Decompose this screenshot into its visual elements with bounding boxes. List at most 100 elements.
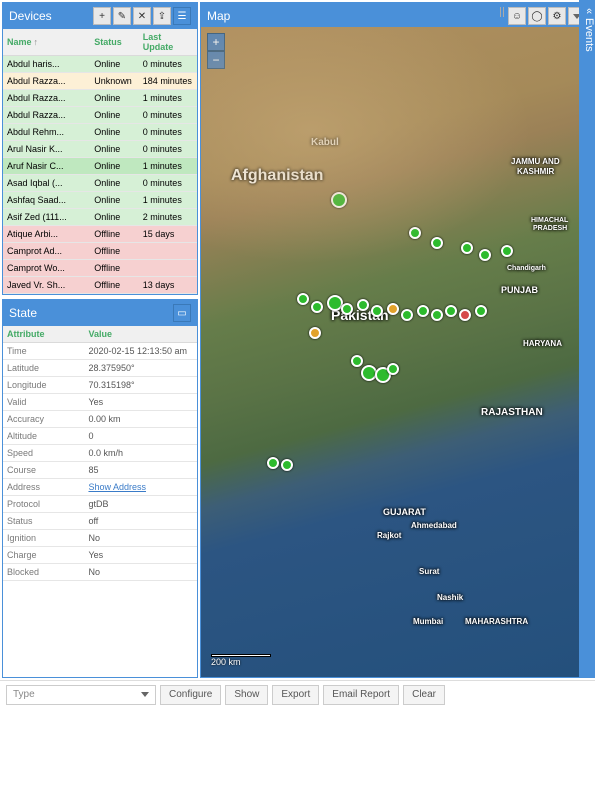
device-row[interactable]: Arul Nasir K...Online0 minutes [3, 141, 197, 158]
device-row[interactable]: Ashfaq Saad...Online1 minutes [3, 192, 197, 209]
device-last: 0 minutes [139, 141, 197, 158]
state-row: AddressShow Address [3, 479, 197, 496]
device-status: Offline [90, 260, 139, 277]
device-marker[interactable] [311, 301, 323, 313]
devices-table: Name↑ Status Last Update Abdul haris...O… [3, 29, 197, 294]
device-marker[interactable] [459, 309, 471, 321]
map-header: Map ☺ ◯ ⚙ [201, 3, 592, 29]
state-attr: Course [3, 462, 84, 479]
device-status: Online [90, 158, 139, 175]
map-label: Chandigarh [507, 265, 546, 272]
device-marker[interactable] [297, 293, 309, 305]
device-marker[interactable] [401, 309, 413, 321]
map-label: GUJARAT [383, 507, 426, 517]
state-row: Course85 [3, 462, 197, 479]
device-last: 13 days [139, 277, 197, 294]
state-row: BlockedNo [3, 564, 197, 581]
report-type-select[interactable]: Type [6, 685, 156, 705]
map-toolbar: ☺ ◯ ⚙ [500, 7, 586, 25]
device-row[interactable]: Asif Zed (111...Online2 minutes [3, 209, 197, 226]
state-row: ValidYes [3, 394, 197, 411]
state-col-val[interactable]: Value [84, 326, 197, 343]
device-row[interactable]: Abdul Razza...Online0 minutes [3, 107, 197, 124]
device-last: 0 minutes [139, 56, 197, 73]
device-marker[interactable] [409, 227, 421, 239]
clear-button[interactable]: Clear [403, 685, 445, 705]
state-row: Statusoff [3, 513, 197, 530]
device-row[interactable]: Abdul haris...Online0 minutes [3, 56, 197, 73]
device-marker[interactable] [431, 237, 443, 249]
device-marker[interactable] [461, 242, 473, 254]
zoom-in-button[interactable]: + [207, 33, 225, 51]
configure-button[interactable]: Configure [160, 685, 221, 705]
device-marker[interactable] [281, 459, 293, 471]
devices-col-status[interactable]: Status [90, 29, 139, 56]
device-marker[interactable] [445, 305, 457, 317]
map-canvas[interactable]: + − AfghanistanPakistanKabulJAMMU ANDKAS… [201, 27, 592, 677]
state-row: Latitude28.375950° [3, 360, 197, 377]
device-marker[interactable] [475, 305, 487, 317]
device-status: Online [90, 90, 139, 107]
device-row[interactable]: Abdul Razza...Online1 minutes [3, 90, 197, 107]
state-table: Attribute Value Time2020-02-15 12:13:50 … [3, 326, 197, 581]
email-report-button[interactable]: Email Report [323, 685, 399, 705]
state-row: Time2020-02-15 12:13:50 am [3, 343, 197, 360]
state-attr: Status [3, 513, 84, 530]
state-row: Speed0.0 km/h [3, 445, 197, 462]
device-row[interactable]: Javed Vr. Sh...Offline13 days [3, 277, 197, 294]
device-name: Camprot Wo... [3, 260, 90, 277]
state-collapse-button[interactable]: ▭ [173, 304, 191, 322]
device-marker[interactable] [351, 355, 363, 367]
devices-header: Devices + ✎ ✕ ⇪ ☰ [3, 3, 197, 29]
events-tab[interactable]: «Events [579, 0, 595, 678]
device-row[interactable]: Camprot Ad...Offline [3, 243, 197, 260]
devices-title: Devices [9, 9, 52, 23]
edit-device-button[interactable]: ✎ [113, 7, 131, 25]
add-device-button[interactable]: + [93, 7, 111, 25]
device-row[interactable]: Camprot Wo...Offline [3, 260, 197, 277]
map-settings-button[interactable]: ⚙ [548, 7, 566, 25]
device-marker[interactable] [331, 192, 347, 208]
device-row[interactable]: Atique Arbi...Offline15 days [3, 226, 197, 243]
device-row[interactable]: Abdul Razza...Unknown184 minutes [3, 73, 197, 90]
device-marker[interactable] [431, 309, 443, 321]
state-col-attr[interactable]: Attribute [3, 326, 84, 343]
map-geofence-button[interactable]: ◯ [528, 7, 546, 25]
map-reports-button[interactable]: ☺ [508, 7, 526, 25]
export-button[interactable]: Export [272, 685, 319, 705]
device-status: Offline [90, 277, 139, 294]
state-val: 0 [84, 428, 197, 445]
device-marker[interactable] [357, 299, 369, 311]
device-marker[interactable] [341, 303, 353, 315]
device-name: Abdul Rehm... [3, 124, 90, 141]
devices-col-last[interactable]: Last Update [139, 29, 197, 56]
show-button[interactable]: Show [225, 685, 268, 705]
device-marker[interactable] [371, 305, 383, 317]
device-row[interactable]: Abdul Rehm...Online0 minutes [3, 124, 197, 141]
state-attr: Valid [3, 394, 84, 411]
map-panel: Map ☺ ◯ ⚙ + − AfghanistanPakistanKabulJA… [200, 2, 593, 678]
state-row: Longitude70.315198° [3, 377, 197, 394]
device-marker[interactable] [387, 363, 399, 375]
device-marker[interactable] [417, 305, 429, 317]
device-marker[interactable] [387, 303, 399, 315]
device-row[interactable]: Aruf Nasir C...Online1 minutes [3, 158, 197, 175]
remove-device-button[interactable]: ✕ [133, 7, 151, 25]
devices-col-name[interactable]: Name↑ [3, 29, 90, 56]
chevron-down-icon [141, 692, 149, 697]
map-label: RAJASTHAN [481, 407, 543, 418]
device-row[interactable]: Asad Iqbal (...Online0 minutes [3, 175, 197, 192]
command-device-button[interactable]: ⇪ [153, 7, 171, 25]
map-label: Rajkot [377, 531, 401, 540]
show-address-link[interactable]: Show Address [88, 482, 146, 492]
device-marker[interactable] [267, 457, 279, 469]
state-val: 0.00 km [84, 411, 197, 428]
zoom-out-button[interactable]: − [207, 51, 225, 69]
state-attr: Ignition [3, 530, 84, 547]
state-header: State ▭ [3, 300, 197, 326]
map-label: Ahmedabad [411, 521, 457, 530]
devices-settings-button[interactable]: ☰ [173, 7, 191, 25]
device-marker[interactable] [501, 245, 513, 257]
device-marker[interactable] [479, 249, 491, 261]
device-marker[interactable] [309, 327, 321, 339]
